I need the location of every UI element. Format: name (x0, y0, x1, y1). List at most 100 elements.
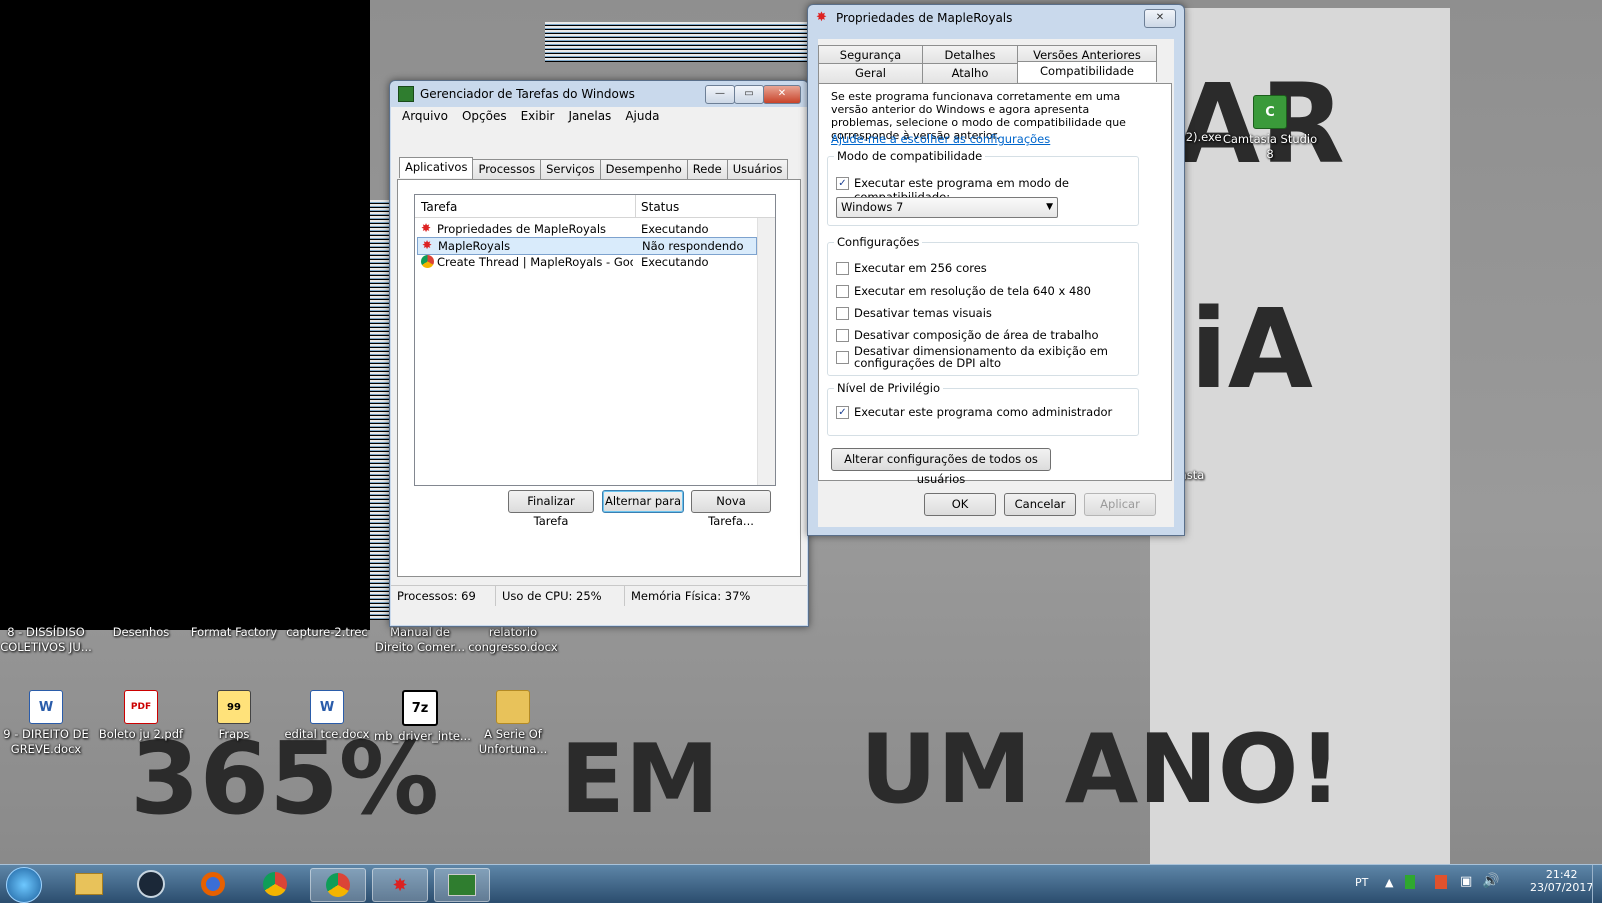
maple-icon: ✸ (422, 238, 433, 252)
menu-arquivo[interactable]: Arquivo (395, 109, 455, 123)
setting-dpi-scaling-checkbox[interactable]: Desativar dimensionamento da exibição em… (836, 345, 1131, 369)
setting-640x480-checkbox[interactable]: Executar em resolução de tela 640 x 480 (836, 284, 1091, 298)
tab-desempenho[interactable]: Desempenho (599, 159, 688, 180)
ok-button[interactable]: OK (924, 493, 996, 516)
switch-to-button[interactable]: Alternar para (602, 490, 684, 513)
chrome-icon (326, 873, 350, 897)
desktop-icon-camtasia[interactable]: C Camtasia Studio 8 (1220, 95, 1320, 162)
desktop-icon-manual-direito[interactable]: Manual de Direito Comer... (374, 625, 466, 655)
tab-seguranca[interactable]: Segurança (818, 45, 923, 64)
camtasia-icon: C (1253, 95, 1287, 129)
taskbar-chrome[interactable] (248, 868, 302, 900)
setting-disable-composition-checkbox[interactable]: Desativar composição de área de trabalho (836, 328, 1099, 342)
pdf-icon: PDF (124, 690, 158, 724)
desktop-icon-dissidiso[interactable]: 8 - DISSÍDISO COLETIVOS JU... (0, 625, 92, 655)
desktop-icon-series-unfortunate[interactable]: A Serie Of Unfortuna... (467, 690, 559, 757)
task-list[interactable]: Tarefa Status ✸ Propriedades de MapleRoy… (414, 194, 776, 486)
taskmgr-icon (448, 874, 476, 896)
run-as-admin-checkbox[interactable]: ✓ Executar este programa como administra… (836, 405, 1112, 419)
taskbar-explorer[interactable] (62, 868, 116, 900)
folder-icon (496, 690, 530, 724)
desktop-icon-direito-greve[interactable]: W 9 - DIREITO DE GREVE.docx (0, 690, 92, 757)
compatibility-mode-group: Modo de compatibilidade ✓ Executar este … (827, 149, 1139, 226)
tab-atalho[interactable]: Atalho (922, 63, 1018, 84)
menu-ajuda[interactable]: Ajuda (618, 109, 666, 123)
tab-usuarios[interactable]: Usuários (726, 159, 789, 180)
group-label: Nível de Privilégio (834, 381, 944, 395)
language-indicator[interactable]: PT (1355, 876, 1368, 889)
task-manager-tabs: Aplicativos Processos Serviços Desempenh… (399, 157, 789, 180)
menu-exibir[interactable]: Exibir (514, 109, 562, 123)
group-label: Configurações (834, 235, 923, 249)
setting-256-colors-checkbox[interactable]: Executar em 256 cores (836, 261, 987, 275)
task-status: Executando (641, 255, 709, 269)
end-task-button[interactable]: Finalizar Tarefa (508, 490, 594, 528)
setting-disable-themes-checkbox[interactable]: Desativar temas visuais (836, 306, 992, 320)
maple-icon: ✸ (421, 221, 432, 235)
show-desktop-button[interactable] (1592, 865, 1602, 903)
tray-expand-icon[interactable]: ▲ (1385, 876, 1393, 889)
task-status: Executando (641, 222, 709, 236)
maple-icon: ✸ (392, 874, 408, 896)
properties-titlebar[interactable]: ✸ Propriedades de MapleRoyals (808, 5, 1184, 31)
checkbox-checked-icon: ✓ (836, 406, 849, 419)
column-divider[interactable] (635, 195, 636, 217)
minimize-button[interactable]: — (705, 85, 735, 104)
tab-rede[interactable]: Rede (686, 159, 728, 180)
desktop-icon-label: Format Factory (190, 625, 278, 639)
close-button[interactable]: ✕ (1144, 9, 1176, 28)
tab-geral[interactable]: Geral (818, 63, 923, 84)
cancel-button[interactable]: Cancelar (1004, 493, 1076, 516)
desktop-icon-label: A Serie Of Unfortuna... (478, 727, 548, 756)
properties-window: ✸ Propriedades de MapleRoyals ✕ Seguranç… (807, 4, 1185, 536)
checkbox-label: Executar este programa como administrado… (854, 405, 1113, 419)
tab-compatibilidade[interactable]: Compatibilidade (1017, 61, 1157, 82)
help-link[interactable]: Ajude-me a escolher as configurações (831, 132, 1050, 146)
desktop-icon-edital-tce[interactable]: W edital tce.docx (281, 690, 373, 742)
desktop-icon-capture-trec[interactable]: capture-2.trec (281, 625, 373, 640)
settings-group: Configurações Executar em 256 cores Exec… (827, 235, 1139, 376)
security-flag-icon[interactable] (1435, 875, 1447, 889)
status-memory: Memória Física: 37% (631, 589, 751, 603)
clock[interactable]: 21:42 23/07/2017 (1530, 868, 1593, 894)
checkbox-checked-icon: ✓ (836, 177, 849, 190)
menu-opcoes[interactable]: Opções (455, 109, 514, 123)
desktop-icon-boleto[interactable]: PDF Boleto ju 2.pdf (95, 690, 187, 742)
taskbar-steam[interactable] (124, 868, 178, 900)
desktop-icon-mb-driver[interactable]: 7z mb_driver_inte... (374, 690, 471, 744)
task-name: MapleRoyals (438, 239, 511, 253)
taskbar-maple[interactable]: ✸ (372, 868, 428, 902)
compat-os-select[interactable]: Windows 7 ▼ (836, 197, 1058, 218)
volume-icon[interactable]: 🔊 (1482, 873, 1499, 889)
task-row-selected[interactable]: ✸ MapleRoyals Não respondendo (417, 237, 757, 255)
taskbar-firefox[interactable] (186, 868, 240, 900)
new-task-button[interactable]: Nova Tarefa... (691, 490, 771, 528)
start-button[interactable] (6, 867, 42, 903)
taskmgr-icon (398, 86, 414, 102)
change-all-users-button[interactable]: Alterar configurações de todos os usuári… (831, 448, 1051, 486)
tab-servicos[interactable]: Serviços (540, 159, 601, 180)
desktop-icon-desenhos[interactable]: Desenhos (95, 625, 187, 640)
task-row[interactable]: Create Thread | MapleRoyals - Google ...… (417, 254, 757, 270)
tab-aplicativos[interactable]: Aplicativos (399, 157, 474, 178)
apply-button[interactable]: Aplicar (1084, 493, 1156, 516)
desktop-icon-fraps[interactable]: 99 Fraps (188, 690, 280, 742)
taskbar-taskmgr[interactable] (434, 868, 490, 902)
menu-janelas[interactable]: Janelas (561, 109, 618, 123)
task-row[interactable]: ✸ Propriedades de MapleRoyals Executando (417, 221, 757, 237)
black-screen-region (0, 0, 370, 630)
7zip-icon: 7z (402, 690, 438, 726)
task-list-scrollbar[interactable] (757, 218, 775, 485)
wallpaper-text-em: EM (560, 725, 720, 835)
column-header-tarefa[interactable]: Tarefa (421, 200, 457, 214)
close-button[interactable]: ✕ (763, 85, 801, 104)
column-header-status[interactable]: Status (641, 200, 679, 214)
tab-processos[interactable]: Processos (472, 159, 542, 180)
network-icon[interactable]: ▣ (1460, 874, 1472, 889)
desktop-icon-relatorio[interactable]: relatorio congresso.docx (467, 625, 559, 655)
maximize-button[interactable]: ▭ (734, 85, 764, 104)
battery-icon[interactable] (1405, 875, 1415, 889)
tab-detalhes[interactable]: Detalhes (922, 45, 1018, 64)
taskbar-chrome-2[interactable] (310, 868, 366, 902)
desktop-icon-format-factory[interactable]: Format Factory (188, 625, 280, 640)
